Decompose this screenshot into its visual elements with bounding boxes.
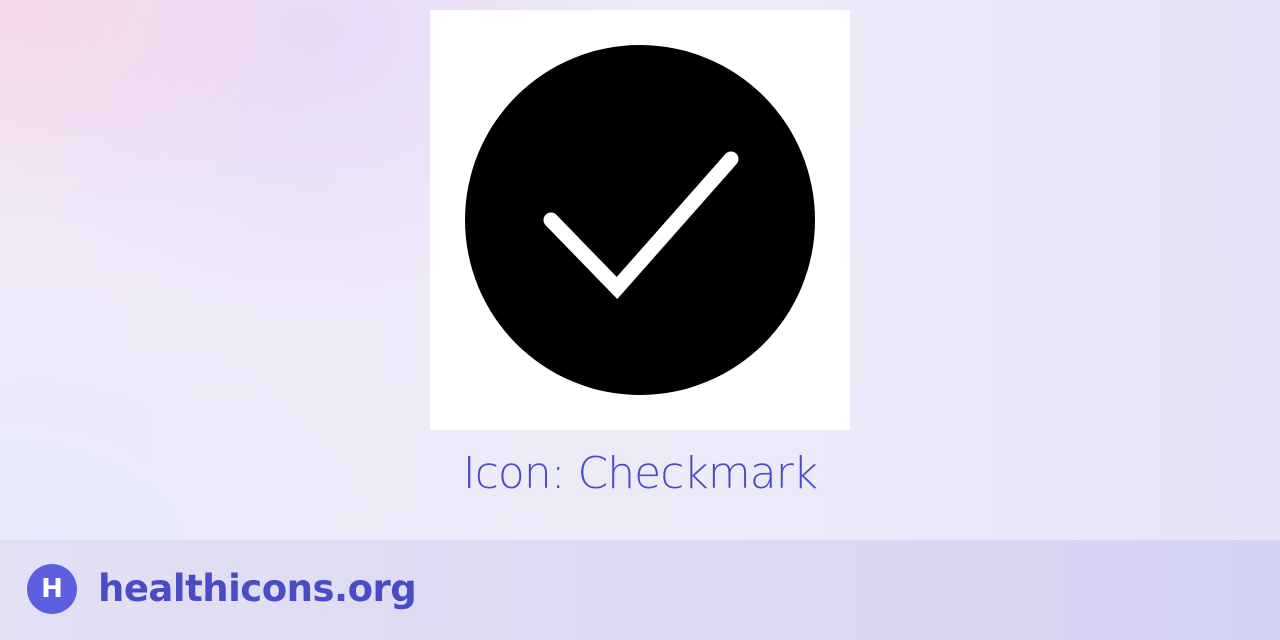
checkmark-circle-shape: [465, 45, 815, 395]
icon-title: Icon: Checkmark: [462, 448, 819, 499]
healthicons-logo-icon[interactable]: H: [27, 564, 77, 614]
checkmark-icon: [465, 45, 815, 395]
icon-preview-card: [430, 10, 850, 430]
footer-bar: H healthicons.org: [0, 540, 1280, 640]
site-name-link[interactable]: healthicons.org: [98, 564, 417, 614]
